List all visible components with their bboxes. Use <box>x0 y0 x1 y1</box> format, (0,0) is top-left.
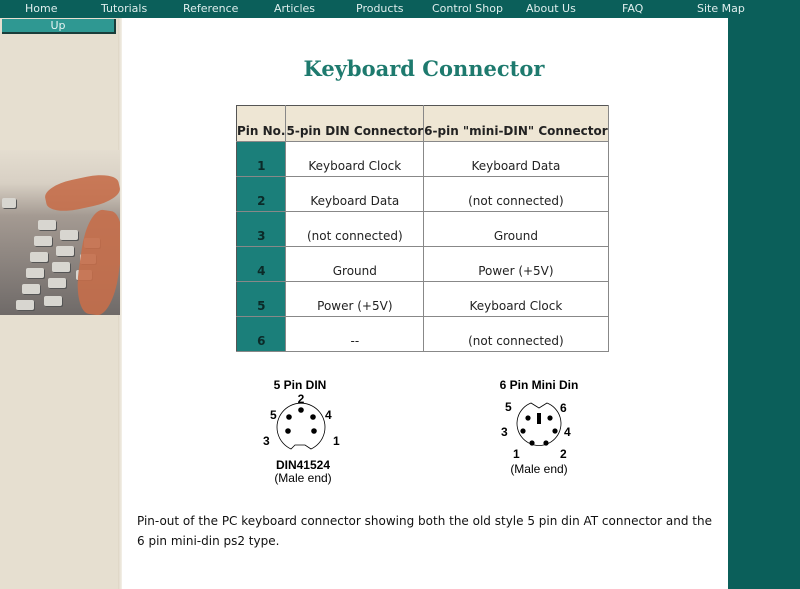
mini6-signal: (not connected) <box>423 316 609 352</box>
din5-pin-label: 5 <box>270 408 277 422</box>
din5-pin-label: 3 <box>263 434 270 448</box>
din5-pin-label: 2 <box>298 392 305 406</box>
nav-about-us[interactable]: About Us <box>526 3 576 15</box>
table-row: 1 Keyboard Clock Keyboard Data <box>236 141 609 177</box>
photo-key <box>60 230 78 240</box>
din5-pin-label: 4 <box>325 408 332 422</box>
mini6-signal: Power (+5V) <box>423 246 609 282</box>
photo-key <box>44 296 62 306</box>
din5-title: 5 Pin DIN <box>274 378 327 392</box>
mini6-pin-label: 6 <box>560 401 567 415</box>
din5-pin-dot <box>310 414 316 420</box>
table-header-row: Pin No. 5-pin DIN Connector 6-pin "mini-… <box>236 105 609 142</box>
mini6-signal: Keyboard Clock <box>423 281 609 317</box>
mini6-pin-label: 1 <box>513 447 520 461</box>
pin-number: 3 <box>236 211 287 247</box>
din5-pin-label: 1 <box>333 434 340 448</box>
mini6-pin-label: 2 <box>560 447 567 461</box>
photo-key <box>34 236 52 246</box>
din5-signal: Power (+5V) <box>285 281 425 317</box>
mini6-pin-dot <box>525 415 531 421</box>
pin-number: 6 <box>236 316 287 352</box>
photo-key <box>26 268 44 278</box>
header-6pin-mini-din: 6-pin "mini-DIN" Connector <box>423 105 609 142</box>
photo-key <box>48 278 66 288</box>
din5-pin-dot <box>285 428 291 434</box>
photo-key <box>56 246 74 256</box>
nav-reference[interactable]: Reference <box>183 3 238 15</box>
photo-key <box>22 284 40 294</box>
mini6-pin-dot <box>529 440 535 446</box>
pin-number: 5 <box>236 281 287 317</box>
din5-standard: DIN41524 <box>276 458 330 472</box>
pin-number: 4 <box>236 246 287 282</box>
din5-signal: Keyboard Data <box>285 176 425 212</box>
mini6-pin-dot <box>552 428 558 434</box>
nav-tutorials[interactable]: Tutorials <box>101 3 147 15</box>
mini6-note: (Male end) <box>510 462 567 476</box>
din5-signal: Keyboard Clock <box>285 141 425 177</box>
mini6-pin-dot <box>543 440 549 446</box>
up-button[interactable]: Up <box>2 19 116 34</box>
photo-key <box>38 220 56 230</box>
nav-products[interactable]: Products <box>356 3 404 15</box>
table-row: 4 Ground Power (+5V) <box>236 246 609 282</box>
table-row: 6 -- (not connected) <box>236 316 609 352</box>
top-navigation: Home Tutorials Reference Articles Produc… <box>0 0 800 18</box>
din5-pin-dot <box>298 407 304 413</box>
mini6-diagram: 6 Pin Mini Din 1 2 3 4 5 6 (Male end) <box>485 375 595 480</box>
table-row: 2 Keyboard Data (not connected) <box>236 176 609 212</box>
mini6-title: 6 Pin Mini Din <box>500 378 579 392</box>
mini6-signal: Keyboard Data <box>423 141 609 177</box>
din5-note: (Male end) <box>274 471 331 485</box>
right-decorative-band <box>728 0 800 589</box>
din5-diagram: 5 Pin DIN 1 2 3 4 5 DIN41524 (Male end) <box>255 375 355 487</box>
mini6-key <box>537 413 541 424</box>
photo-hand <box>72 207 120 315</box>
header-pin-no: Pin No. <box>236 105 287 142</box>
nav-control-shop[interactable]: Control Shop <box>432 3 503 15</box>
din5-signal: (not connected) <box>285 211 425 247</box>
pin-number: 1 <box>236 141 287 177</box>
din5-signal: -- <box>285 316 425 352</box>
mini6-signal: (not connected) <box>423 176 609 212</box>
mini6-pin-label: 3 <box>501 425 508 439</box>
nav-home[interactable]: Home <box>25 3 57 15</box>
photo-key <box>52 262 70 272</box>
mini6-pin-dot <box>547 415 553 421</box>
pinout-table: Pin No. 5-pin DIN Connector 6-pin "mini-… <box>236 105 609 352</box>
din5-pin-dot <box>311 428 317 434</box>
mini6-outline <box>516 402 562 446</box>
photo-key <box>30 252 48 262</box>
din5-pin-dot <box>286 414 292 420</box>
din5-signal: Ground <box>285 246 425 282</box>
nav-faq[interactable]: FAQ <box>622 3 643 15</box>
table-row: 5 Power (+5V) Keyboard Clock <box>236 281 609 317</box>
figure-caption: Pin-out of the PC keyboard connector sho… <box>137 514 712 548</box>
photo-key <box>2 198 16 208</box>
nav-site-map[interactable]: Site Map <box>697 3 745 15</box>
header-5pin-din: 5-pin DIN Connector <box>285 105 425 142</box>
photo-key <box>16 300 34 310</box>
photo-hand <box>42 170 120 216</box>
table-row: 3 (not connected) Ground <box>236 211 609 247</box>
mini6-pin-label: 5 <box>505 400 512 414</box>
keyboard-photo <box>0 150 120 315</box>
mini6-pin-label: 4 <box>564 425 571 439</box>
nav-articles[interactable]: Articles <box>274 3 315 15</box>
page-title: Keyboard Connector <box>303 56 545 81</box>
mini6-pin-dot <box>520 428 526 434</box>
pin-number: 2 <box>236 176 287 212</box>
mini6-signal: Ground <box>423 211 609 247</box>
